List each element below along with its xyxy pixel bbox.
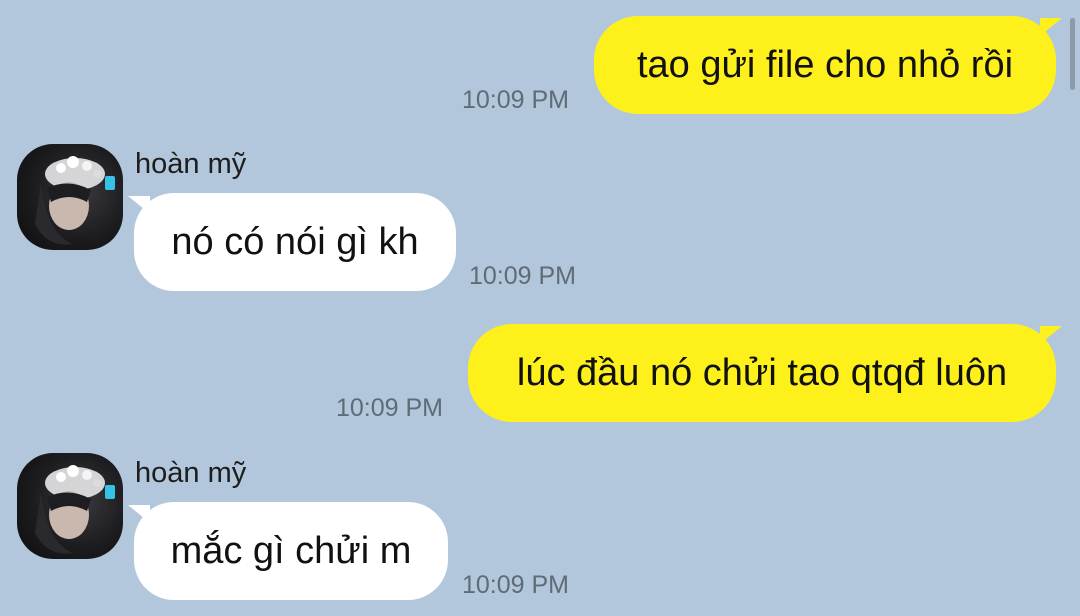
message-timestamp: 10:09 PM <box>462 571 570 599</box>
incoming-message-bubble[interactable]: mắc gì chửi m <box>134 502 448 600</box>
bubble-tail <box>1040 18 1062 36</box>
bubble-tail <box>128 505 150 523</box>
message-text: tao gửi file cho nhỏ rồi <box>636 44 1014 86</box>
sender-avatar[interactable] <box>17 453 123 559</box>
message-timestamp: 10:09 PM <box>336 394 444 422</box>
scrollbar-thumb[interactable] <box>1070 18 1075 90</box>
message-text: nó có nói gì kh <box>171 221 419 263</box>
sender-name: hoàn mỹ <box>135 457 247 489</box>
bubble-tail <box>1040 326 1062 344</box>
sender-name: hoàn mỹ <box>135 148 247 180</box>
message-timestamp: 10:09 PM <box>462 86 570 114</box>
bubble-tail <box>128 196 150 214</box>
message-text: mắc gì chửi m <box>170 530 412 572</box>
profile-photo-avatar <box>35 156 115 245</box>
sender-avatar[interactable] <box>17 144 123 250</box>
message-text: lúc đầu nó chửi tao qtqđ luôn <box>516 352 1008 394</box>
chat-message-list[interactable]: tao gửi file cho nhỏ rồi 10:09 PM hoàn m… <box>0 0 1080 616</box>
profile-photo-avatar <box>35 465 115 554</box>
message-timestamp: 10:09 PM <box>469 262 577 290</box>
outgoing-message-bubble[interactable]: lúc đầu nó chửi tao qtqđ luôn <box>468 324 1056 422</box>
outgoing-message-bubble[interactable]: tao gửi file cho nhỏ rồi <box>594 16 1056 114</box>
incoming-message-bubble[interactable]: nó có nói gì kh <box>134 193 456 291</box>
